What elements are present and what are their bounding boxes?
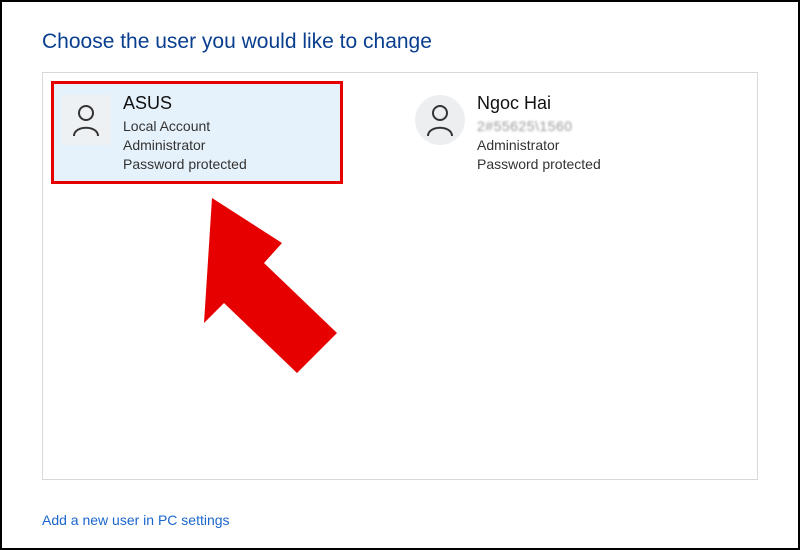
user-icon: [71, 103, 101, 137]
user-password-status: Password protected: [477, 155, 601, 174]
user-password-status: Password protected: [123, 155, 247, 174]
user-icon: [425, 103, 455, 137]
add-user-link[interactable]: Add a new user in PC settings: [42, 512, 230, 528]
page-title: Choose the user you would like to change: [2, 2, 798, 54]
user-row: ASUS Local Account Administrator Passwor…: [51, 81, 749, 184]
user-role: Administrator: [477, 136, 601, 155]
user-name: ASUS: [123, 91, 247, 115]
user-card-ngoc-hai[interactable]: Ngoc Hai 2#55625\1560 Administrator Pass…: [405, 81, 697, 184]
user-info: ASUS Local Account Administrator Passwor…: [123, 91, 247, 174]
user-account-type: 2#55625\1560: [477, 117, 601, 136]
user-info: Ngoc Hai 2#55625\1560 Administrator Pass…: [477, 91, 601, 174]
user-name: Ngoc Hai: [477, 91, 601, 115]
user-account-type: Local Account: [123, 117, 247, 136]
user-card-asus[interactable]: ASUS Local Account Administrator Passwor…: [51, 81, 343, 184]
user-role: Administrator: [123, 136, 247, 155]
avatar: [415, 95, 465, 145]
user-list-panel: ASUS Local Account Administrator Passwor…: [42, 72, 758, 480]
avatar: [61, 95, 111, 145]
